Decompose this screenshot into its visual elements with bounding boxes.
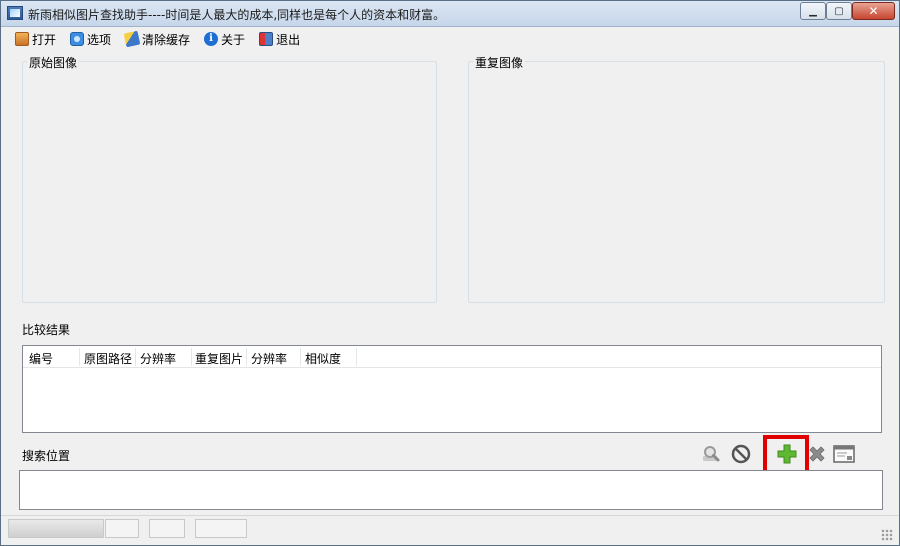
info-icon: i [204, 32, 219, 46]
resize-grip-icon[interactable] [881, 529, 893, 541]
minimize-button[interactable]: ▁ [800, 2, 826, 20]
menu-open[interactable]: 打开 [15, 29, 56, 49]
status-bar [1, 515, 899, 545]
column-divider[interactable] [191, 348, 192, 366]
column-resolution-duplicate[interactable]: 分辨率 [251, 350, 287, 367]
search-magnifier-icon [703, 446, 720, 462]
column-id[interactable]: 编号 [29, 350, 53, 367]
column-original-path[interactable]: 原图路径 [84, 350, 132, 367]
duplicate-image-panel: 重复图像 [468, 54, 885, 303]
original-image-title: 原始图像 [27, 54, 80, 71]
menu-options[interactable]: 选项 [70, 29, 111, 49]
menu-options-label: 选项 [87, 32, 112, 47]
status-panel-1 [105, 519, 139, 538]
remove-x-icon [809, 446, 825, 462]
app-icon [7, 6, 23, 20]
column-similarity[interactable]: 相似度 [305, 350, 341, 367]
title-bar[interactable]: 新雨相似图片查找助手----时间是人最大的成本,同样也是每个人的资本和财富。 ▁… [1, 1, 899, 27]
column-divider[interactable] [246, 348, 247, 366]
results-list[interactable]: 编号 原图路径 分辨率 重复图片 分辨率 相似度 [22, 345, 882, 433]
maximize-button[interactable]: ▢ [826, 2, 852, 20]
exit-door-icon [259, 32, 274, 46]
menu-exit[interactable]: 退出 [259, 29, 300, 49]
column-resolution-original[interactable]: 分辨率 [140, 350, 176, 367]
menu-open-label: 打开 [32, 32, 57, 47]
menu-clear-cache-label: 清除缓存 [142, 32, 191, 47]
column-divider[interactable] [79, 348, 80, 366]
search-location-label: 搜索位置 [22, 449, 71, 463]
menu-clear-cache[interactable]: 清除缓存 [123, 29, 191, 49]
original-image-panel: 原始图像 [22, 54, 437, 303]
options-icon [70, 32, 85, 46]
app-window: 新雨相似图片查找助手----时间是人最大的成本,同样也是每个人的资本和财富。 ▁… [0, 0, 900, 546]
status-panel-3 [195, 519, 247, 538]
status-panel-2 [149, 519, 185, 538]
stop-icon [731, 444, 751, 464]
menu-about-label: 关于 [221, 32, 246, 47]
duplicate-image-title: 重复图像 [473, 54, 526, 71]
stop-button[interactable] [730, 443, 752, 465]
column-divider[interactable] [356, 348, 357, 366]
progress-bar [8, 519, 104, 538]
window-button[interactable] [833, 443, 855, 465]
results-header: 编号 原图路径 分辨率 重复图片 分辨率 相似度 [23, 346, 881, 368]
broom-icon [123, 30, 141, 48]
column-divider[interactable] [300, 348, 301, 366]
window-icon [833, 445, 855, 463]
remove-location-button[interactable] [806, 443, 828, 465]
open-folder-icon [15, 32, 29, 46]
column-divider[interactable] [135, 348, 136, 366]
menu-about[interactable]: i 关于 [204, 29, 245, 49]
column-duplicate-image[interactable]: 重复图片 [195, 350, 243, 367]
window-title: 新雨相似图片查找助手----时间是人最大的成本,同样也是每个人的资本和财富。 [28, 8, 446, 22]
results-label: 比较结果 [22, 323, 71, 337]
search-location-input[interactable] [19, 470, 883, 510]
menu-bar: 打开 选项 清除缓存 i 关于 退出 [1, 28, 899, 50]
close-button[interactable]: ✕ [852, 2, 895, 20]
menu-exit-label: 退出 [276, 32, 301, 47]
search-button[interactable] [700, 443, 722, 465]
